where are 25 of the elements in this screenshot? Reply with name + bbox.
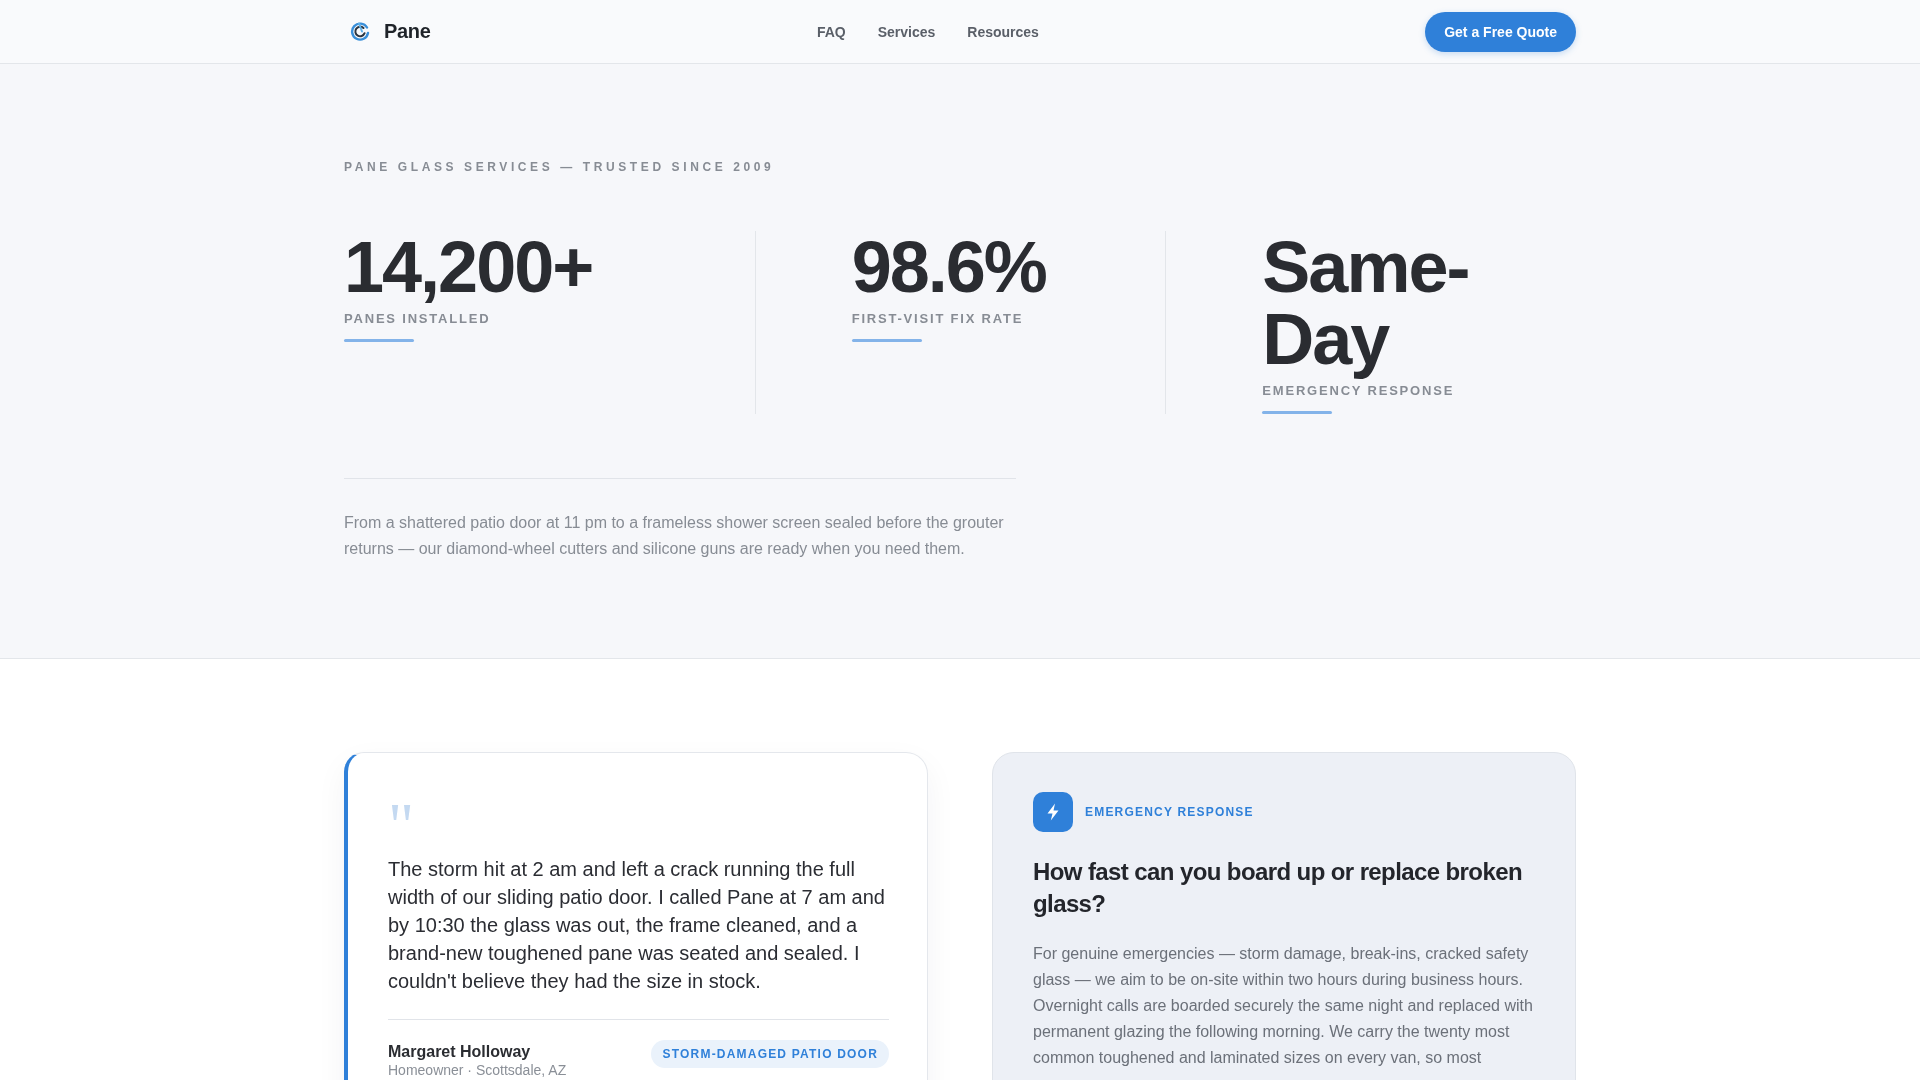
faq-answer: For genuine emergencies — storm damage, break-ins, cracked safety glass — we aim to be on-site within two hours during business hours. Overnight calls are boarded securely the same night and replaced with permanent glazing the following morning. We carry the twenty most common toughened and laminated sizes on every van, so most	[1033, 944, 1534, 1068]
testimonial-quote: The storm hit at 2 am and left a crack running the full width of our sliding patio door. I called Pane at 7 am and by 10:30 the glass was out, the frame cleaned, and a brand-new toughened pane was seated and sealed. I couldn't believe they had the size in stock.	[388, 857, 886, 994]
stat-value: 98.6%	[851, 231, 1047, 303]
accent-underline	[1262, 411, 1333, 414]
nav-link[interactable]: Services	[877, 23, 936, 40]
eyebrow-text: PANE GLASS SERVICES — TRUSTED SINCE 2009	[344, 159, 776, 175]
nav-link[interactable]: FAQ	[816, 23, 846, 40]
accent-underline	[344, 339, 414, 342]
category-label: EMERGENCY RESPONSE	[1085, 805, 1254, 819]
lightning-icon	[1033, 792, 1073, 832]
intro-text: From a shattered patio door at 11 pm to a frameless shower screen sealed before the grouter returns — our diamond-wheel cutters and silicone guns are ready when you need them.	[344, 513, 1005, 559]
stat-label: PANES INSTALLED	[344, 311, 492, 327]
quote-mark: "	[388, 797, 415, 855]
accent-underline	[851, 339, 922, 342]
brand-link[interactable]: Pane	[350, 20, 431, 43]
category-tag: STORM-DAMAGED PATIO DOOR	[650, 1040, 889, 1068]
nav-link[interactable]: Resources	[967, 23, 1039, 40]
customer-name: Margaret Holloway	[388, 1042, 532, 1062]
stat-value: 14,200+	[344, 231, 594, 303]
stat-label: FIRST-VISIT FIX RATE	[851, 311, 1025, 327]
swirl-icon	[350, 21, 370, 42]
quote-button[interactable]: Get a Free Quote	[1425, 11, 1576, 52]
stat-label: EMERGENCY RESPONSE	[1262, 383, 1456, 399]
customer-role: Homeowner · Scottsdale, AZ	[388, 1062, 567, 1078]
faq-question: How fast can you board up or replace broken glass?	[1033, 857, 1523, 919]
